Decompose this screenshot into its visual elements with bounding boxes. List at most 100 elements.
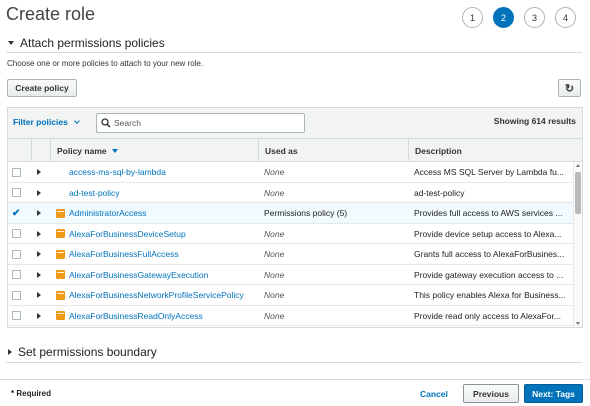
caret-right-icon [37, 210, 41, 216]
policy-name-link[interactable]: AlexaForBusinessNetworkProfileServicePol… [69, 285, 259, 305]
policy-name-link[interactable]: ad-test-policy [69, 183, 259, 203]
row-checkbox[interactable] [12, 229, 21, 238]
description-cell: Provide read only access to AlexaFor... [414, 310, 561, 321]
table-row[interactable]: ✔ AdministratorAccess Permissions policy (… [8, 203, 582, 224]
expand-row-toggle[interactable] [37, 203, 41, 223]
used-as-cell: None [264, 187, 285, 198]
scroll-up-icon[interactable] [576, 164, 580, 167]
filter-policies-label: Filter policies [13, 117, 68, 127]
scroll-down-icon[interactable] [576, 322, 580, 325]
table-scrollbar[interactable] [573, 162, 582, 327]
caret-right-icon [37, 230, 41, 237]
table-body: access-ms-sql-by-lambda None Access MS SQL… [8, 162, 582, 326]
caret-down-icon [8, 41, 14, 45]
policy-name-link[interactable]: AlexaForBusinessReadOnlyAccess [69, 306, 259, 326]
page-title: Create role [6, 4, 96, 24]
table-row[interactable]: AlexaForBusinessReadOnlyAccess None Provid… [8, 306, 582, 326]
attach-section-subtitle: Choose one or more policies to attach to… [7, 59, 204, 68]
refresh-button[interactable]: ↻ [558, 79, 581, 97]
policy-name-link[interactable]: AlexaForBusinessFullAccess [69, 244, 259, 264]
row-checkbox[interactable] [12, 270, 21, 279]
next-tags-button[interactable]: Next: Tags [524, 384, 583, 403]
table-row[interactable]: AlexaForBusinessGatewayExecution None Prov… [8, 265, 582, 285]
boundary-section-title: Set permissions boundary [18, 345, 157, 359]
create-policy-button[interactable]: Create policy [7, 79, 77, 97]
chevron-down-icon [73, 117, 80, 124]
boundary-section-toggle[interactable]: Set permissions boundary [8, 345, 157, 359]
attach-section-toggle[interactable]: Attach permissions policies [8, 36, 165, 50]
table-toolbar: Filter policies Showing 614 results [8, 108, 582, 139]
row-checkbox[interactable] [12, 290, 21, 300]
policy-type-cell [56, 265, 65, 285]
policy-name-link[interactable]: AdministratorAccess [69, 203, 259, 223]
refresh-icon: ↻ [564, 82, 575, 95]
used-as-cell: None [264, 290, 285, 300]
policy-type-cell [56, 224, 65, 244]
expand-row-toggle[interactable] [37, 162, 41, 182]
row-checkbox-cell [12, 183, 22, 203]
caret-right-icon [37, 292, 41, 298]
step-2[interactable]: 2 [493, 7, 514, 28]
header-policy-name-label: Policy name [57, 145, 107, 156]
scrollbar-thumb[interactable] [575, 172, 581, 214]
description-cell: Provide device setup access to Alexa... [414, 228, 562, 239]
expand-row-toggle[interactable] [37, 224, 41, 244]
search-input[interactable] [114, 118, 294, 128]
table-row[interactable]: access-ms-sql-by-lambda None Access MS SQL… [8, 162, 582, 183]
aws-managed-policy-icon [56, 249, 65, 259]
description-cell: ad-test-policy [414, 187, 465, 198]
wizard-footer: * Required Cancel Previous Next: Tags [0, 379, 590, 406]
policy-name-link[interactable]: access-ms-sql-by-lambda [69, 162, 259, 182]
header-expand-col [31, 139, 50, 162]
table-row[interactable]: ad-test-policy None ad-test-policy [8, 183, 582, 203]
expand-row-toggle[interactable] [37, 306, 41, 326]
header-description-label: Description [415, 145, 462, 156]
previous-button[interactable]: Previous [463, 384, 519, 403]
table-row[interactable]: AlexaForBusinessDeviceSetup None Provide d… [8, 224, 582, 244]
row-checkbox[interactable] [12, 311, 21, 320]
used-as-cell: None [264, 228, 285, 239]
row-checkbox-cell [12, 265, 22, 285]
expand-row-toggle[interactable] [37, 244, 41, 264]
table-row[interactable]: AlexaForBusinessFullAccess None Grants ful… [8, 244, 582, 265]
row-checkbox-cell [12, 285, 22, 305]
expand-row-toggle[interactable] [37, 285, 41, 305]
policy-name-link[interactable]: AlexaForBusinessGatewayExecution [69, 265, 259, 285]
description-cell: Access MS SQL Server by Lambda fu... [414, 167, 564, 177]
caret-right-icon [8, 349, 12, 355]
expand-row-toggle[interactable] [37, 265, 41, 285]
header-policy-name[interactable]: Policy name [50, 139, 258, 162]
policies-table: Filter policies Showing 614 results Poli… [7, 107, 583, 328]
description-cell: Provide gateway execution access to ... [414, 269, 564, 280]
policy-type-cell [56, 306, 65, 326]
checkmark-icon[interactable]: ✔ [12, 208, 21, 218]
cancel-link[interactable]: Cancel [420, 389, 448, 399]
aws-managed-policy-icon [56, 311, 65, 320]
row-checkbox[interactable] [12, 188, 21, 197]
policy-name-link[interactable]: AlexaForBusinessDeviceSetup [69, 224, 259, 244]
filter-policies-dropdown[interactable]: Filter policies [13, 117, 80, 127]
aws-managed-policy-icon [56, 208, 65, 218]
description-cell: Provides full access to AWS services ... [414, 208, 563, 218]
header-used-as[interactable]: Used as [258, 139, 408, 162]
header-used-as-label: Used as [265, 145, 298, 156]
caret-right-icon [37, 251, 41, 257]
step-3[interactable]: 3 [524, 7, 545, 28]
step-indicator: 1 2 3 4 [462, 7, 576, 28]
description-cell: This policy enables Alexa for Business..… [414, 290, 566, 300]
policy-type-cell [56, 203, 65, 223]
row-checkbox-cell [12, 162, 22, 182]
table-row[interactable]: AlexaForBusinessNetworkProfileServicePol… [8, 285, 582, 306]
step-1[interactable]: 1 [462, 7, 483, 28]
step-4[interactable]: 4 [555, 7, 576, 28]
row-checkbox[interactable] [12, 167, 21, 177]
search-box[interactable] [96, 113, 305, 133]
row-checkbox[interactable] [12, 249, 21, 259]
row-checkbox-cell: ✔ [12, 203, 22, 223]
caret-right-icon [37, 312, 41, 319]
used-as-cell: None [264, 310, 285, 321]
divider [6, 362, 582, 363]
policy-type-cell [56, 285, 65, 305]
expand-row-toggle[interactable] [37, 183, 41, 203]
header-description[interactable]: Description [408, 139, 582, 162]
